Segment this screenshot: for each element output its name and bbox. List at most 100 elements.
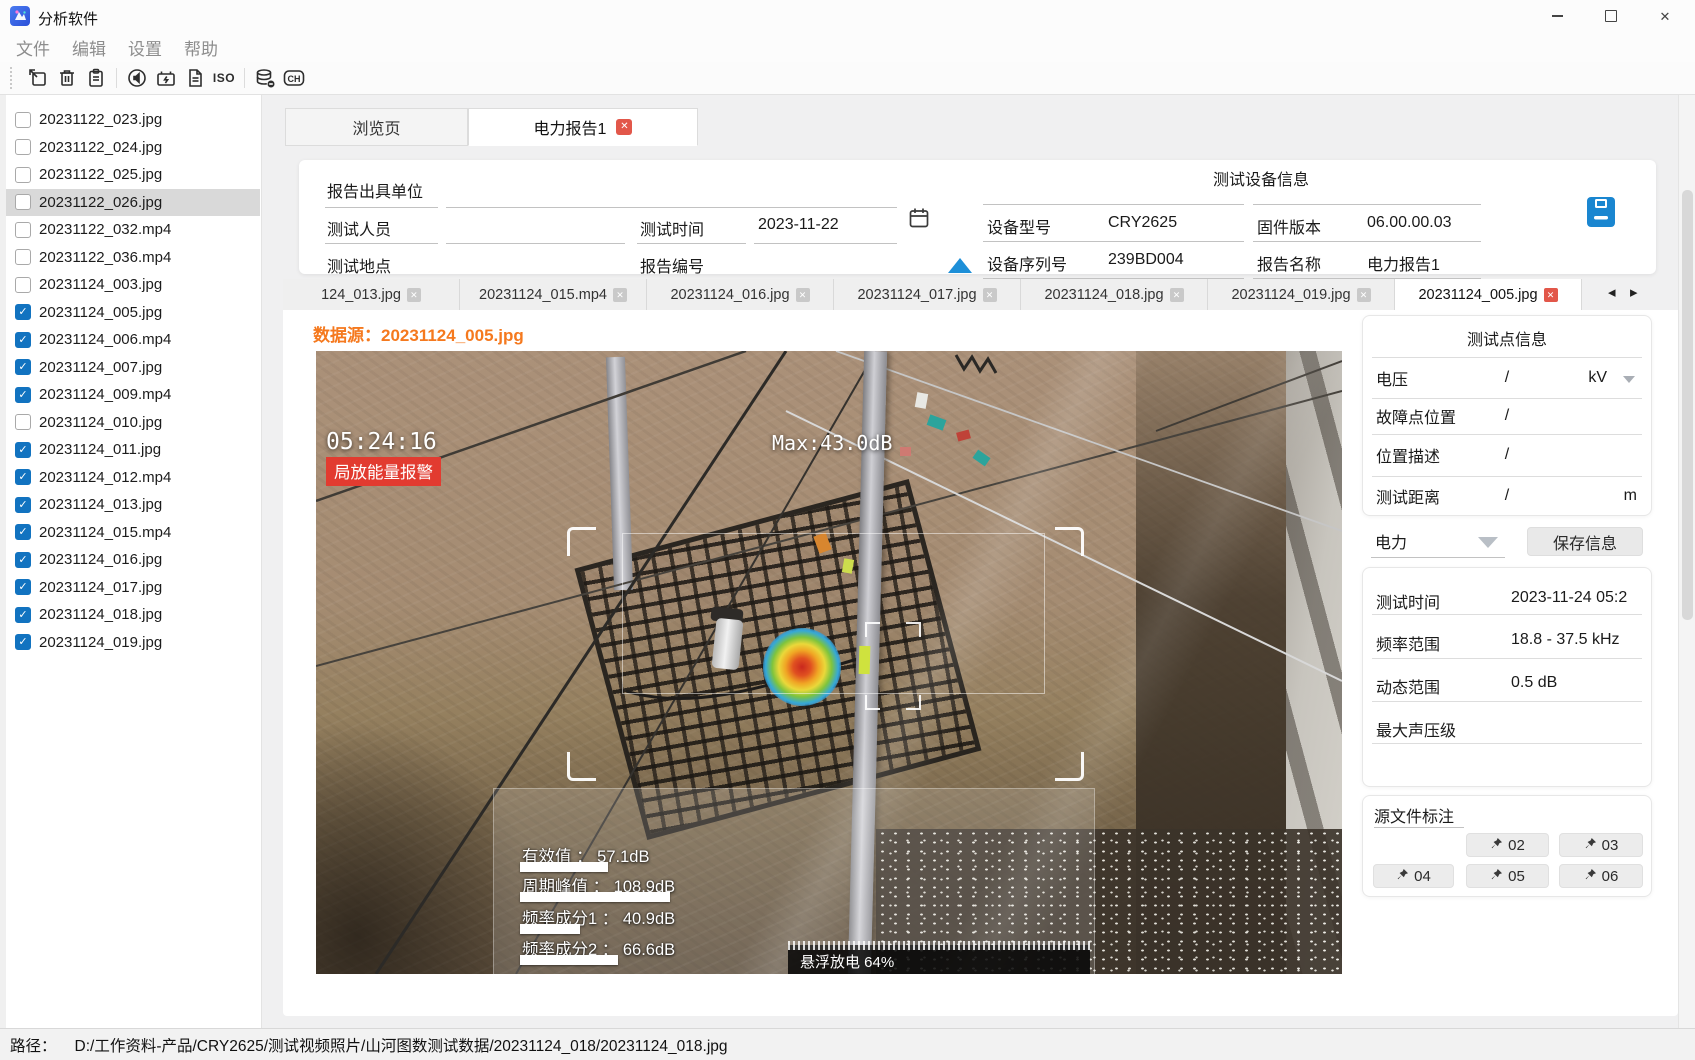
tab-close-icon[interactable]: ✕	[1357, 288, 1371, 302]
point-row-value[interactable]: /	[1505, 446, 1509, 464]
collapse-arrow-icon[interactable]	[948, 258, 972, 273]
pin-button-02[interactable]: 02	[1466, 833, 1549, 857]
file-checkbox[interactable]	[15, 414, 31, 430]
toolbar-clipboard-icon[interactable]	[83, 65, 109, 91]
file-list-item[interactable]: ✓20231124_011.jpg	[6, 436, 260, 464]
tab-scroll-left-icon[interactable]: ◂	[1608, 285, 1616, 300]
image-tab[interactable]: 20231124_005.jpg✕	[1395, 279, 1582, 310]
toolbar-import-icon[interactable]	[25, 65, 51, 91]
file-list-item[interactable]: 20231122_025.jpg	[6, 161, 260, 189]
file-checkbox[interactable]: ✓	[15, 552, 31, 568]
save-report-button[interactable]	[1586, 196, 1616, 233]
photo-viewer[interactable]: 05:24:16 局放能量报警 Max:43.0dB 悬浮放电 64% 有效值 …	[316, 351, 1342, 974]
image-tab[interactable]: 124_013.jpg✕	[283, 279, 460, 310]
file-list-item[interactable]: ✓20231124_015.mp4	[6, 519, 260, 547]
pin-button-04[interactable]: 04	[1373, 864, 1454, 888]
device-model-value[interactable]: CRY2625	[1108, 214, 1177, 232]
toolbar-delete-icon[interactable]	[54, 65, 80, 91]
save-info-button[interactable]: 保存信息	[1527, 527, 1643, 556]
file-list-item[interactable]: 20231122_026.jpg	[6, 189, 260, 217]
menu-item-3[interactable]: 帮助	[180, 35, 222, 60]
tab-close-icon[interactable]: ✕	[613, 288, 627, 302]
file-checkbox[interactable]: ✓	[15, 634, 31, 650]
maximize-icon[interactable]	[1588, 0, 1634, 32]
scrollbar-thumb[interactable]	[1682, 190, 1693, 620]
file-checkbox[interactable]	[15, 112, 31, 128]
file-list-item[interactable]: ✓20231124_017.jpg	[6, 574, 260, 602]
image-tab[interactable]: 20231124_016.jpg✕	[647, 279, 834, 310]
file-list-item[interactable]: ✓20231124_009.mp4	[6, 381, 260, 409]
tester-input[interactable]	[446, 243, 625, 244]
file-list-item[interactable]: 20231122_024.jpg	[6, 134, 260, 162]
toolbar-battery-icon[interactable]	[153, 65, 179, 91]
file-list-item[interactable]: 20231124_010.jpg	[6, 409, 260, 437]
unit-label[interactable]: kV	[1588, 369, 1607, 387]
vertical-scrollbar[interactable]	[1678, 95, 1695, 1028]
tab-close-icon[interactable]: ✕	[983, 288, 997, 302]
file-list-item[interactable]: 20231124_003.jpg	[6, 271, 260, 299]
file-list-item[interactable]: ✓20231124_007.jpg	[6, 354, 260, 382]
file-checkbox[interactable]: ✓	[15, 442, 31, 458]
toolbar-database-icon[interactable]	[252, 65, 278, 91]
file-checkbox[interactable]: ✓	[15, 387, 31, 403]
issuer-input[interactable]	[446, 207, 897, 208]
file-checkbox[interactable]	[15, 222, 31, 238]
file-checkbox[interactable]: ✓	[15, 579, 31, 595]
file-list-item[interactable]: 20231122_036.mp4	[6, 244, 260, 272]
tab-浏览页[interactable]: 浏览页	[285, 108, 468, 146]
file-list-item[interactable]: ✓20231124_016.jpg	[6, 546, 260, 574]
file-checkbox[interactable]	[15, 139, 31, 155]
firmware-value[interactable]: 06.00.00.03	[1367, 214, 1452, 232]
tab-close-icon[interactable]: ✕	[407, 288, 421, 302]
unit-label[interactable]: m	[1624, 487, 1637, 505]
image-tab[interactable]: 20231124_017.jpg✕	[834, 279, 1021, 310]
pin-button-06[interactable]: 06	[1559, 864, 1643, 888]
file-list-item[interactable]: 20231122_032.mp4	[6, 216, 260, 244]
chevron-down-icon[interactable]	[1623, 376, 1635, 383]
pin-button-03[interactable]: 03	[1559, 833, 1643, 857]
file-checkbox[interactable]	[15, 194, 31, 210]
point-row-value[interactable]: /	[1505, 369, 1509, 387]
pin-button-05[interactable]: 05	[1466, 864, 1549, 888]
file-checkbox[interactable]: ✓	[15, 524, 31, 540]
file-checkbox[interactable]: ✓	[15, 607, 31, 623]
file-list-item[interactable]: ✓20231124_013.jpg	[6, 491, 260, 519]
image-tab[interactable]: 20231124_018.jpg✕	[1021, 279, 1208, 310]
toolbar-sound-icon[interactable]	[124, 65, 150, 91]
file-checkbox[interactable]: ✓	[15, 359, 31, 375]
calendar-icon[interactable]	[907, 206, 931, 235]
file-list-item[interactable]: ✓20231124_005.jpg	[6, 299, 260, 327]
tab-close-icon[interactable]: ✕	[1170, 288, 1184, 302]
point-row-value[interactable]: /	[1505, 407, 1509, 425]
test-time-value[interactable]: 2023-11-22	[758, 216, 839, 234]
test-time-input[interactable]	[754, 243, 897, 244]
report-name-value[interactable]: 电力报告1	[1367, 251, 1440, 275]
minimize-icon[interactable]	[1534, 0, 1580, 32]
file-list-item[interactable]: ✓20231124_012.mp4	[6, 464, 260, 492]
file-checkbox[interactable]: ✓	[15, 469, 31, 485]
file-checkbox[interactable]	[15, 249, 31, 265]
file-list-item[interactable]: ✓20231124_018.jpg	[6, 601, 260, 629]
file-checkbox[interactable]	[15, 277, 31, 293]
file-checkbox[interactable]	[15, 167, 31, 183]
point-row-value[interactable]: /	[1505, 487, 1509, 505]
menu-item-0[interactable]: 文件	[12, 35, 54, 60]
close-icon[interactable]: ✕	[1642, 0, 1688, 32]
file-list-item[interactable]: 20231122_023.jpg	[6, 106, 260, 134]
toolbar-iso-icon[interactable]: ISO	[211, 65, 237, 91]
report-type-select[interactable]: 电力	[1375, 529, 1407, 553]
toolbar-channel-icon[interactable]: CH	[281, 65, 307, 91]
menu-item-2[interactable]: 设置	[124, 35, 166, 60]
file-checkbox[interactable]: ✓	[15, 497, 31, 513]
tab-close-icon[interactable]: ✕	[1544, 288, 1558, 302]
file-list-item[interactable]: ✓20231124_019.jpg	[6, 629, 260, 657]
file-list-item[interactable]: ✓20231124_006.mp4	[6, 326, 260, 354]
tab-电力报告1[interactable]: 电力报告1✕	[468, 108, 698, 146]
toolbar-document-icon[interactable]	[182, 65, 208, 91]
menu-item-1[interactable]: 编辑	[68, 35, 110, 60]
file-checkbox[interactable]: ✓	[15, 332, 31, 348]
serial-value[interactable]: 239BD004	[1108, 251, 1184, 269]
image-tab[interactable]: 20231124_019.jpg✕	[1208, 279, 1395, 310]
image-tab[interactable]: 20231124_015.mp4✕	[460, 279, 647, 310]
tab-close-icon[interactable]: ✕	[616, 119, 632, 135]
